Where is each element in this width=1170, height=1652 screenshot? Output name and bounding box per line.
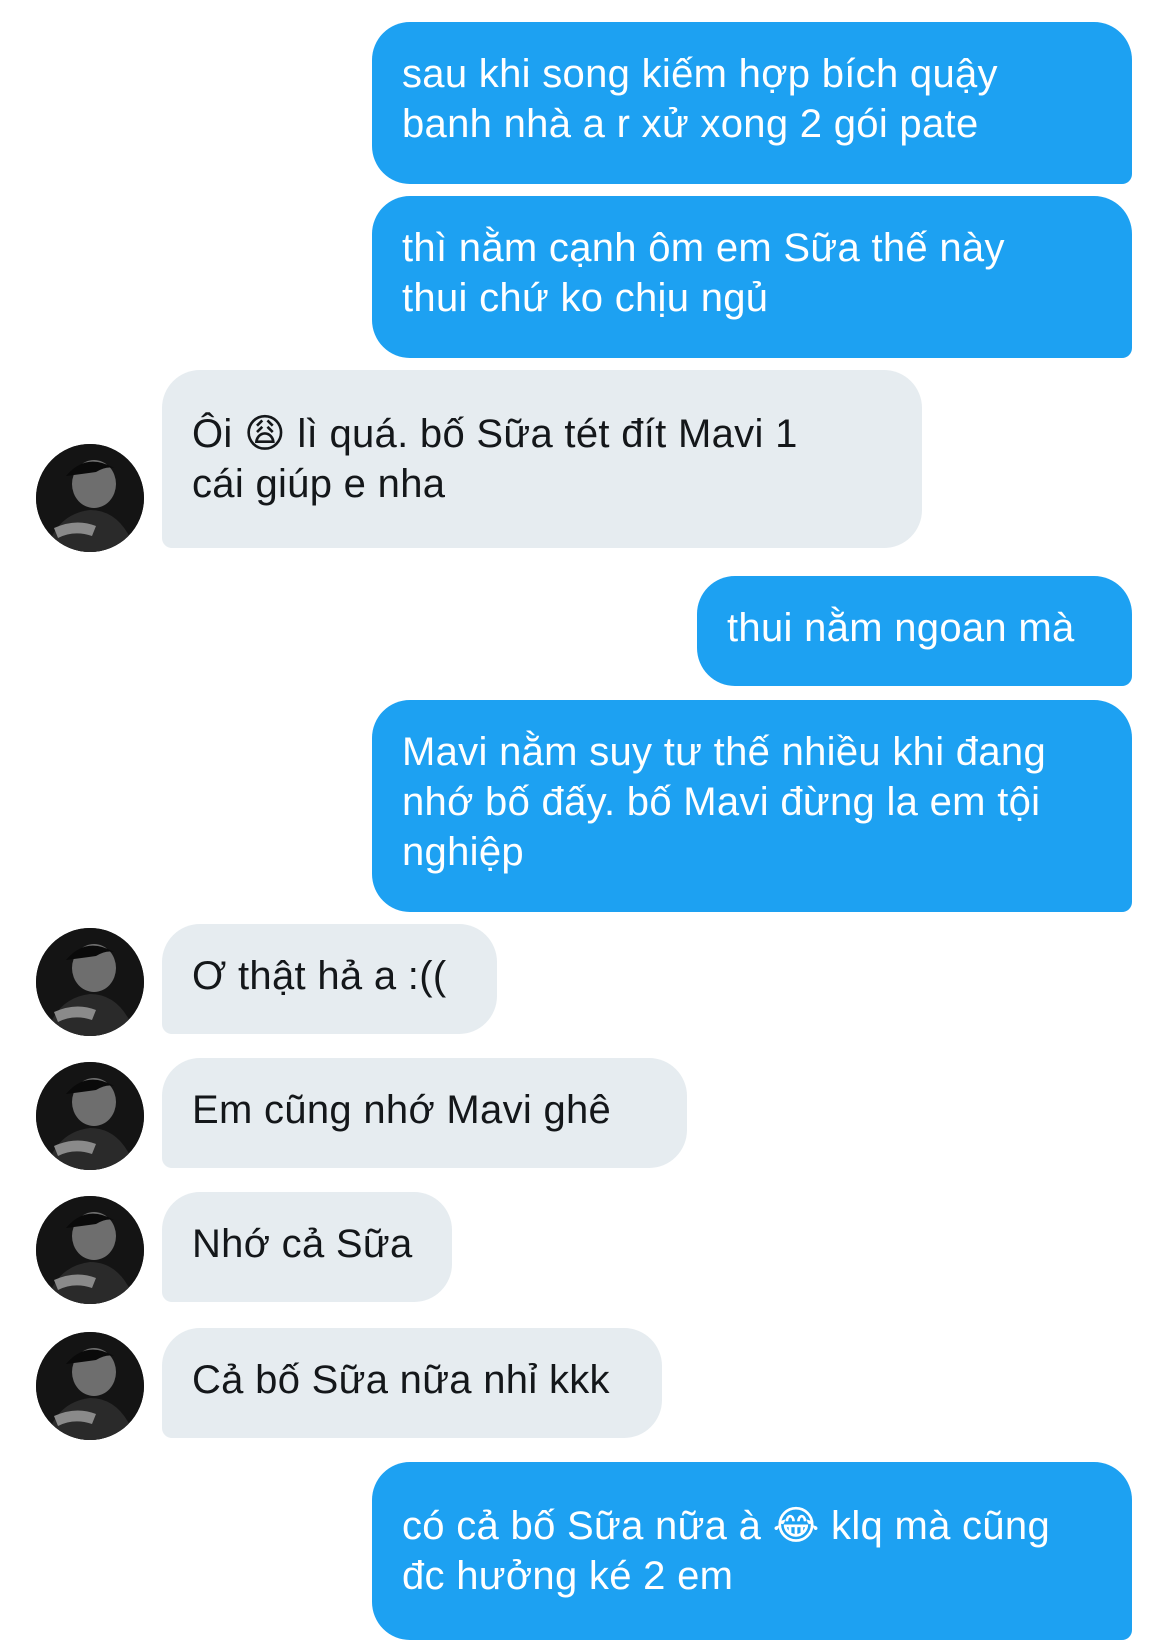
contact-avatar[interactable] [36,1062,144,1170]
message-bubble-outgoing[interactable]: có cả bố Sữa nữa à 😂 klq mà cũng đc hưởn… [372,1462,1132,1640]
message-bubble-incoming[interactable]: Cả bố Sữa nữa nhỉ kkk [162,1328,662,1438]
message-bubble-incoming[interactable]: Nhớ cả Sữa [162,1192,452,1302]
avatar-photo-icon [36,928,144,1036]
contact-avatar[interactable] [36,444,144,552]
message-bubble-outgoing[interactable]: thì nằm cạnh ôm em Sữa thế này thui chứ … [372,196,1132,358]
message-bubble-outgoing[interactable]: sau khi song kiếm hợp bích quậy banh nhà… [372,22,1132,184]
contact-avatar[interactable] [36,1196,144,1304]
message-bubble-incoming[interactable]: Em cũng nhớ Mavi ghê [162,1058,687,1168]
message-bubble-outgoing[interactable]: Mavi nằm suy tư thế nhiều khi đang nhớ b… [372,700,1132,912]
message-bubble-outgoing[interactable]: thui nằm ngoan mà [697,576,1132,686]
message-bubble-incoming[interactable]: Ơ thật hả a :(( [162,924,497,1034]
avatar-photo-icon [36,1196,144,1304]
message-bubble-incoming[interactable]: Ôi 😩 lì quá. bố Sữa tét đít Mavi 1 cái g… [162,370,922,548]
avatar-photo-icon [36,1062,144,1170]
contact-avatar[interactable] [36,928,144,1036]
avatar-photo-icon [36,444,144,552]
avatar-photo-icon [36,1332,144,1440]
contact-avatar[interactable] [36,1332,144,1440]
